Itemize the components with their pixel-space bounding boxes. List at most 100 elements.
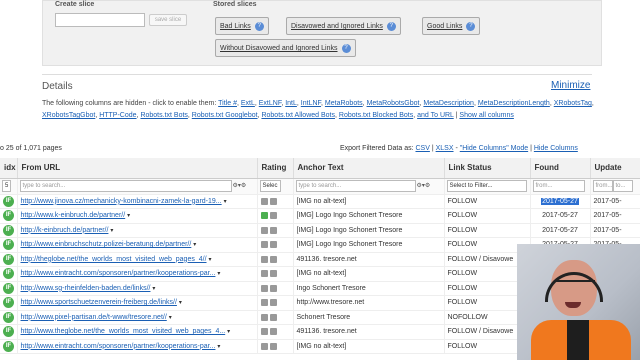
thumbs-up-icon[interactable]: [260, 342, 268, 350]
chevron-down-icon[interactable]: ▾: [217, 271, 220, 277]
chevron-down-icon[interactable]: ▾: [224, 199, 227, 205]
save-slice-button[interactable]: save slice: [149, 14, 187, 26]
thumbs-down-icon[interactable]: [269, 342, 277, 350]
thumbs-up-icon[interactable]: [260, 226, 268, 234]
chevron-down-icon[interactable]: ▾: [169, 315, 172, 321]
hidden-column-link[interactable]: XRobotsTag: [554, 100, 592, 107]
update-from-input[interactable]: from...: [592, 180, 613, 192]
table-row[interactable]: IF http://k-einbruch.de/partner// ▾ [IMG] …: [0, 223, 640, 238]
idx-filter-select[interactable]: 5: [2, 180, 12, 192]
thumbs-down-icon[interactable]: [269, 313, 277, 321]
hidden-column-link[interactable]: HTTP-Code: [99, 112, 136, 119]
hidden-column-link[interactable]: IntLNF: [301, 100, 321, 107]
hidden-column-link[interactable]: Robots.txt Allowed Bots: [261, 112, 335, 119]
filter-options-icon[interactable]: ⚙▾⚙: [417, 183, 431, 189]
hidden-column-link[interactable]: Robots.txt Bots: [140, 112, 187, 119]
column-header-update[interactable]: Update: [590, 158, 640, 179]
from-url-link[interactable]: http://theglobe.net/the_worlds_most_visi…: [21, 256, 207, 263]
from-url-link[interactable]: http://www.jinova.cz/mechanicky-kombinac…: [21, 198, 222, 205]
from-url-link[interactable]: http://www.sportschuetzenverein-freiberg…: [21, 299, 177, 306]
column-header-from-url[interactable]: From URL: [17, 158, 258, 179]
hidden-column-link[interactable]: MetaRobots: [325, 100, 363, 107]
help-icon[interactable]: ?: [341, 43, 351, 53]
from-url-link[interactable]: http://www.k-einbruch.de/partner//: [21, 212, 126, 219]
thumbs-down-icon[interactable]: [269, 255, 277, 263]
help-icon[interactable]: ?: [386, 21, 396, 31]
from-url-link[interactable]: http://www.eintracht.com/sponsoren/partn…: [21, 343, 216, 350]
chevron-down-icon[interactable]: ▾: [227, 329, 230, 335]
table-row[interactable]: IF http://www.k-einbruch.de/partner// ▾ [I…: [0, 208, 640, 224]
hidden-column-link[interactable]: and To URL: [417, 112, 454, 119]
status-filter-select[interactable]: Select to Filter...: [446, 180, 527, 192]
column-header-idx[interactable]: idx: [0, 158, 18, 179]
from-url-link[interactable]: http://www.theglobe.net/the_worlds_most_…: [21, 328, 226, 335]
thumbs-up-icon[interactable]: [260, 197, 268, 205]
chevron-down-icon[interactable]: ▾: [152, 286, 155, 292]
thumbs-down-icon[interactable]: [269, 197, 277, 205]
thumbs-down-icon[interactable]: [269, 270, 277, 278]
slice-name-input[interactable]: [55, 13, 145, 27]
hide-columns-mode-link[interactable]: "Hide Columns" Mode: [460, 145, 528, 152]
export-xlsx-link[interactable]: XLSX: [436, 145, 454, 152]
thumbs-down-icon[interactable]: [269, 212, 277, 220]
from-url-link[interactable]: http://www.einbruchschutz.polizei-beratu…: [21, 241, 192, 248]
from-url-link[interactable]: http://www.pixel-partisan.de/t-www/treso…: [21, 314, 167, 321]
hidden-column-link[interactable]: IntL: [285, 100, 297, 107]
chevron-down-icon[interactable]: ▾: [208, 257, 211, 263]
export-csv-link[interactable]: CSV: [415, 145, 429, 152]
from-url-filter-input[interactable]: type to search...: [19, 180, 232, 192]
thumbs-down-icon[interactable]: [269, 299, 277, 307]
thumbs-up-icon[interactable]: [260, 284, 268, 292]
slice-button-good-links[interactable]: Good Links?: [422, 17, 481, 35]
hidden-column-link[interactable]: Robots.txt Googlebot: [192, 112, 258, 119]
thumbs-up-icon[interactable]: [260, 212, 268, 220]
anchor-text-cell: 491136. tresore.net: [293, 252, 445, 267]
thumbs-up-icon[interactable]: [260, 299, 268, 307]
slice-button-without-disavowed[interactable]: Without Disavowed and Ignored Links?: [215, 39, 356, 57]
hidden-column-link[interactable]: ExtL: [241, 100, 255, 107]
thumbs-down-icon[interactable]: [269, 284, 277, 292]
slice-button-bad-links[interactable]: Bad Links?: [215, 17, 269, 35]
thumbs-down-icon[interactable]: [269, 328, 277, 336]
chevron-down-icon[interactable]: ▾: [217, 344, 220, 350]
hidden-column-link[interactable]: Robots.txt Blocked Bots: [339, 112, 413, 119]
from-url-link[interactable]: http://www.eintracht.com/sponsoren/partn…: [21, 270, 216, 277]
hidden-column-link[interactable]: MetaDescriptionLength: [478, 100, 550, 107]
chevron-down-icon[interactable]: ▾: [127, 213, 130, 219]
thumbs-down-icon[interactable]: [269, 241, 277, 249]
thumbs-up-icon[interactable]: [260, 270, 268, 278]
rating-filter-select[interactable]: Selec: [259, 180, 281, 192]
slice-button-disavowed[interactable]: Disavowed and Ignored Links?: [286, 17, 401, 35]
link-type-badge: IF: [3, 195, 14, 207]
hidden-column-link[interactable]: XRobotsTagGbot: [42, 112, 95, 119]
hidden-column-link[interactable]: ExtLNF: [259, 100, 282, 107]
chevron-down-icon[interactable]: ▾: [179, 300, 182, 306]
thumbs-up-icon[interactable]: [260, 313, 268, 321]
hidden-column-link[interactable]: MetaRobotsGbot: [367, 100, 420, 107]
help-icon[interactable]: ?: [254, 21, 264, 31]
from-url-link[interactable]: http://k-einbruch.de/partner//: [21, 227, 109, 234]
thumbs-up-icon[interactable]: [260, 328, 268, 336]
filter-options-icon[interactable]: ⚙▾⚙: [233, 183, 247, 189]
hidden-column-link[interactable]: Title #: [218, 100, 237, 107]
update-to-input[interactable]: to...: [612, 180, 633, 192]
column-header-anchor-text[interactable]: Anchor Text: [293, 158, 445, 179]
thumbs-up-icon[interactable]: [260, 255, 268, 263]
hidden-column-link[interactable]: MetaDescription: [423, 100, 474, 107]
from-url-link[interactable]: http://www.sg-rheinfelden-baden.de/links…: [21, 285, 151, 292]
column-header-found[interactable]: Found: [530, 158, 591, 179]
show-all-columns-link[interactable]: Show all columns: [459, 112, 513, 119]
found-from-input[interactable]: from...: [532, 180, 585, 192]
column-header-link-status[interactable]: Link Status: [444, 158, 531, 179]
anchor-filter-input[interactable]: type to search...: [295, 180, 416, 192]
hide-columns-link[interactable]: Hide Columns: [534, 145, 578, 152]
thumbs-up-icon[interactable]: [260, 241, 268, 249]
help-icon[interactable]: ?: [466, 21, 476, 31]
column-header-rating[interactable]: Rating: [257, 158, 294, 179]
chevron-down-icon[interactable]: ▾: [193, 242, 196, 248]
table-row[interactable]: IF http://www.jinova.cz/mechanicky-kombin…: [0, 194, 640, 209]
export-label: Export Filtered Data as:: [340, 145, 414, 152]
thumbs-down-icon[interactable]: [269, 226, 277, 234]
minimize-link[interactable]: Minimize: [551, 80, 590, 91]
chevron-down-icon[interactable]: ▾: [110, 228, 113, 234]
